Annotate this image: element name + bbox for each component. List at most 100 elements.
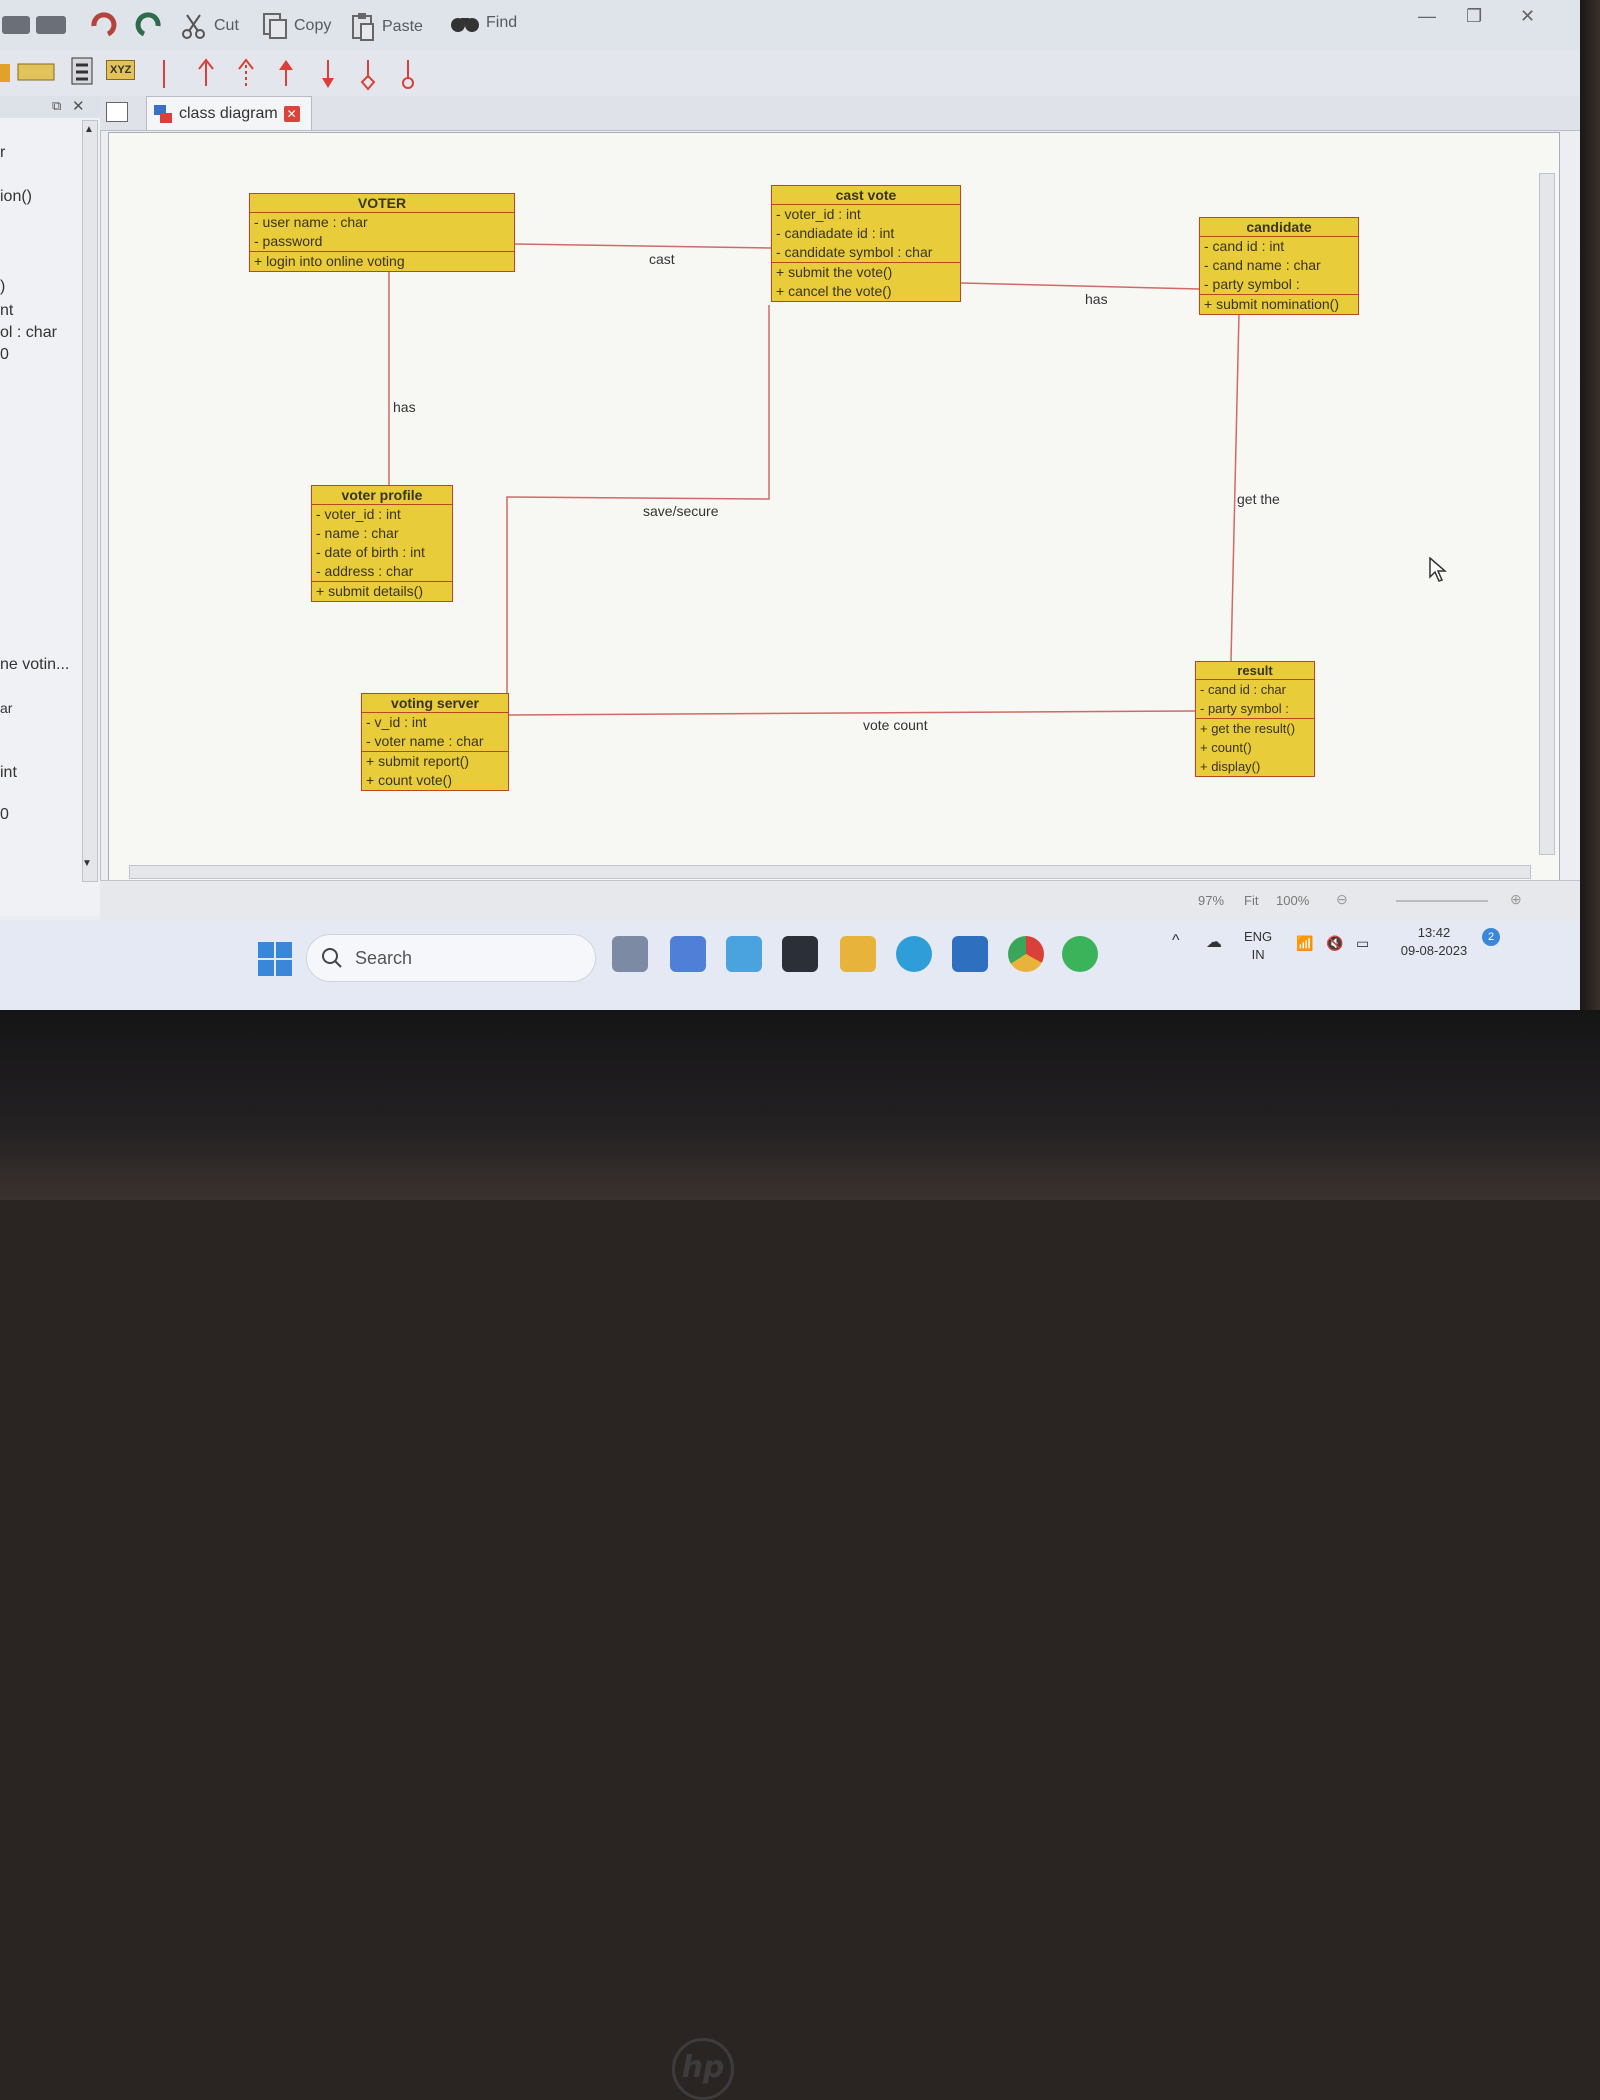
tool-icon-a[interactable] <box>2 12 68 38</box>
zoom-slider[interactable] <box>1396 900 1488 902</box>
wifi-icon[interactable]: 📶 <box>1296 934 1313 952</box>
attribute: - v_id : int <box>366 714 427 730</box>
panel-item[interactable]: 0 <box>0 346 9 364</box>
copy-button[interactable]: Copy <box>262 12 331 40</box>
panel-item[interactable]: ar <box>0 700 12 716</box>
battery-icon[interactable]: ▭ <box>1356 934 1369 952</box>
operation: + submit report() <box>366 753 470 769</box>
pin-icon[interactable]: ⧉ <box>52 98 61 114</box>
canvas-vertical-scrollbar[interactable] <box>1539 173 1555 855</box>
scissors-icon <box>182 14 205 39</box>
copy-label: Copy <box>294 17 332 34</box>
panel-item[interactable]: 0 <box>0 806 9 824</box>
list-icon[interactable] <box>68 56 98 86</box>
vote-count-association <box>506 710 1196 716</box>
attribute: - password <box>254 233 323 249</box>
panel-item[interactable]: ion() <box>0 188 32 206</box>
language-indicator[interactable]: ENG IN <box>1244 928 1272 964</box>
class-voter[interactable]: VOTER - user name : char - password + lo… <box>249 193 515 272</box>
operation: + submit the vote() <box>776 264 893 280</box>
cloud-icon[interactable]: ☁ <box>1206 934 1222 952</box>
zoom-fit-button[interactable]: Fit <box>1244 893 1258 908</box>
app-window-icon[interactable] <box>952 936 988 972</box>
tab-class-diagram[interactable]: class diagram ✕ <box>146 96 312 130</box>
paste-icon <box>352 13 374 41</box>
arrow-up-dashed-icon <box>238 58 254 86</box>
widgets-icon[interactable] <box>670 936 706 972</box>
attribute: - name : char <box>316 525 399 541</box>
operation: + cancel the vote() <box>776 283 892 299</box>
terminal-icon[interactable] <box>782 936 818 972</box>
edge-icon[interactable] <box>896 936 932 972</box>
redo-icon[interactable] <box>132 12 162 38</box>
diagram-list-icon[interactable] <box>106 102 128 122</box>
panel-item[interactable]: r <box>0 144 5 162</box>
taskbar-search[interactable]: Search <box>306 934 596 982</box>
scroll-up-icon[interactable]: ▲ <box>84 124 94 135</box>
xyz-button[interactable]: XYZ <box>106 60 136 80</box>
tab-strip: class diagram ✕ <box>100 96 1580 131</box>
attribute: - voter name : char <box>366 733 484 749</box>
main-toolbar: Cut Copy Paste Find — ❐ ✕ <box>0 0 1580 51</box>
file-explorer-icon[interactable] <box>840 936 876 972</box>
laptop-bezel: hp <box>0 1010 1600 2100</box>
class-result[interactable]: result - cand id : char - party symbol :… <box>1195 661 1315 777</box>
arrow-up-solid-icon <box>279 60 293 86</box>
class-name: result <box>1196 662 1314 680</box>
class-voting-server[interactable]: voting server - v_id : int - voter name … <box>361 693 509 791</box>
paste-button[interactable]: Paste <box>350 12 423 42</box>
panel-item[interactable]: int <box>0 764 17 782</box>
align-icon[interactable] <box>0 58 60 86</box>
class-name: cast vote <box>772 186 960 205</box>
binoculars-icon <box>451 18 479 32</box>
panel-close-icon[interactable]: ✕ <box>72 97 85 115</box>
volume-muted-icon[interactable]: 🔇 <box>1326 934 1343 952</box>
operation: + display() <box>1200 759 1261 774</box>
chrome-icon[interactable] <box>1008 936 1044 972</box>
zoom-out-icon[interactable]: ⊖ <box>1336 891 1348 908</box>
task-view-icon[interactable] <box>612 936 648 972</box>
windows-start-icon[interactable] <box>258 942 292 976</box>
canvas-horizontal-scrollbar[interactable] <box>129 865 1531 879</box>
operation: + get the result() <box>1200 721 1296 736</box>
save-secure-association <box>506 305 770 695</box>
cut-button[interactable]: Cut <box>180 12 239 40</box>
store-icon[interactable] <box>726 936 762 972</box>
panel-scrollbar[interactable] <box>82 120 98 882</box>
minimize-icon[interactable]: — <box>1418 6 1436 27</box>
panel-item[interactable]: ) <box>0 278 5 296</box>
get-the-association <box>1230 312 1240 662</box>
attribute: - cand id : int <box>1204 238 1285 254</box>
restore-icon[interactable]: ❐ <box>1466 6 1482 27</box>
chevron-up-icon[interactable]: ^ <box>1172 932 1180 950</box>
find-button[interactable]: Find <box>450 12 517 34</box>
clock-date: 09-08-2023 <box>1400 943 1468 958</box>
arrow-down-icon <box>322 60 334 88</box>
arrow-tools[interactable] <box>156 56 426 92</box>
diagram-canvas[interactable]: VOTER - user name : char - password + lo… <box>108 132 1560 882</box>
class-cast-vote[interactable]: cast vote - voter_id : int - candiadate … <box>771 185 961 302</box>
screen: Cut Copy Paste Find — ❐ ✕ XYZ ⧉ ✕ r ion(… <box>0 0 1580 1010</box>
scroll-down-icon[interactable]: ▼ <box>82 858 92 869</box>
whatsapp-icon[interactable] <box>1062 936 1098 972</box>
zoom-in-icon[interactable]: ⊕ <box>1510 891 1522 908</box>
class-name: voter profile <box>312 486 452 505</box>
arrow-down-diamond-icon <box>360 60 376 91</box>
undo-icon[interactable] <box>90 12 120 38</box>
clock[interactable]: 13:42 09-08-2023 <box>1392 924 1476 960</box>
operation: + submit nomination() <box>1204 296 1340 312</box>
notification-badge[interactable]: 2 <box>1482 928 1500 946</box>
zoom-100-button[interactable]: 100% <box>1276 893 1309 908</box>
class-candidate[interactable]: candidate - cand id : int - cand name : … <box>1199 217 1359 315</box>
panel-item[interactable]: ne votin... <box>0 656 69 674</box>
operation: + login into online voting <box>254 253 405 269</box>
association-label-has: has <box>393 399 416 415</box>
class-voter-profile[interactable]: voter profile - voter_id : int - name : … <box>311 485 453 602</box>
close-icon[interactable]: ✕ <box>1520 6 1535 27</box>
attribute: - user name : char <box>254 214 368 230</box>
attribute: - cand name : char <box>1204 257 1321 273</box>
panel-item[interactable]: ol : char <box>0 324 57 342</box>
panel-item[interactable]: nt <box>0 302 13 320</box>
cast-association <box>514 243 772 249</box>
tab-close-icon[interactable]: ✕ <box>283 105 300 122</box>
